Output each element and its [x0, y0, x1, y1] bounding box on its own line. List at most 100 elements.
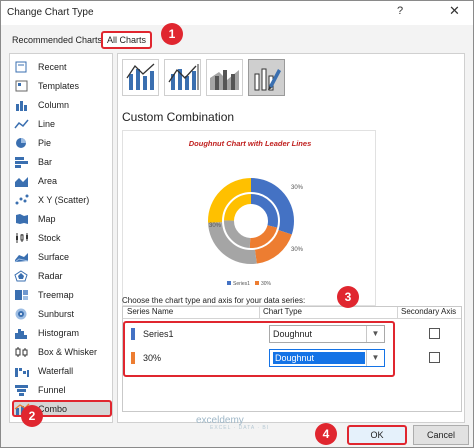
- change-chart-type-dialog: Change Chart Type ? ✕ Recommended Charts…: [0, 0, 474, 448]
- column-chart-icon: [16, 100, 27, 111]
- step-marker-4: 4: [315, 423, 337, 445]
- column-header-chart-type: Chart Type: [263, 307, 302, 316]
- subtype-clustered-column-line[interactable]: [122, 59, 159, 96]
- sidebar-item-radar[interactable]: Radar: [14, 267, 110, 284]
- sidebar-item-waterfall[interactable]: Waterfall: [14, 362, 110, 379]
- legend-label-30pct: 30%: [261, 281, 272, 287]
- series-color-swatch: [131, 352, 135, 364]
- series-instructions: Choose the chart type and axis for your …: [122, 296, 306, 305]
- sidebar-item-histogram[interactable]: Histogram: [14, 324, 110, 341]
- column-divider: [397, 307, 398, 318]
- stock-chart-icon: [16, 232, 28, 243]
- watermark-logo: exceldemy EXCEL · DATA · BI: [196, 415, 269, 431]
- dialog-title: Change Chart Type: [7, 7, 94, 18]
- column-header-series-name: Series Name: [127, 307, 174, 316]
- bar-chart-icon: [15, 156, 28, 168]
- subtype-custom-combination[interactable]: [248, 59, 285, 96]
- chart-type-list: Recent Templates Column Line Pie Bar Are…: [9, 53, 113, 423]
- sidebar-item-label: Surface: [38, 251, 70, 262]
- sidebar-item-label: Map: [38, 213, 56, 224]
- tab-all-charts[interactable]: All Charts: [101, 31, 153, 49]
- cancel-button[interactable]: Cancel: [413, 425, 469, 445]
- sidebar-item-label: Recent: [38, 61, 67, 72]
- box-whisker-icon: [15, 346, 28, 357]
- preview-data-label: 30%: [209, 223, 222, 229]
- section-title: Custom Combination: [122, 110, 235, 124]
- custom-combo-icon: [254, 68, 281, 91]
- sidebar-item-surface[interactable]: Surface: [14, 248, 110, 265]
- sidebar-item-label: Sunburst: [38, 308, 75, 319]
- sidebar-item-box-whisker[interactable]: Box & Whisker: [14, 343, 110, 360]
- series-name: 30%: [143, 353, 162, 363]
- close-button[interactable]: ✕: [449, 3, 460, 19]
- surface-chart-icon: [14, 252, 29, 262]
- sidebar-item-recent[interactable]: Recent: [14, 58, 110, 75]
- subtype-column-line-secondary[interactable]: [164, 59, 201, 96]
- line-chart-icon: [14, 119, 29, 128]
- legend-swatch-30pct: [255, 281, 259, 285]
- tab-recommended-charts[interactable]: Recommended Charts: [9, 33, 105, 48]
- sidebar-item-funnel[interactable]: Funnel: [14, 381, 110, 398]
- sidebar-item-label: Histogram: [38, 327, 80, 338]
- sidebar-item-sunburst[interactable]: Sunburst: [14, 305, 110, 322]
- series-grid: Series Name Chart Type Secondary Axis Se…: [122, 306, 462, 412]
- chevron-down-icon[interactable]: ▼: [366, 350, 384, 366]
- sidebar-item-column[interactable]: Column: [14, 96, 110, 113]
- title-bar: Change Chart Type ? ✕: [1, 1, 473, 25]
- sunburst-icon: [15, 308, 27, 319]
- histogram-icon: [15, 328, 27, 339]
- series-color-swatch: [131, 328, 135, 340]
- preview-data-label: 30%: [291, 185, 304, 191]
- treemap-icon: [15, 289, 28, 300]
- sidebar-item-stock[interactable]: Stock: [14, 229, 110, 246]
- sidebar-item-label: Funnel: [38, 384, 66, 395]
- funnel-icon: [15, 384, 28, 396]
- watermark-tagline: EXCEL · DATA · BI: [210, 425, 270, 431]
- secondary-axis-checkbox[interactable]: [429, 352, 440, 363]
- recent-icon: [15, 61, 27, 72]
- column-divider: [259, 307, 260, 318]
- sidebar-item-label: Bar: [38, 156, 53, 167]
- combo-subtype-1-icon: [126, 63, 155, 90]
- sidebar-item-label: Box & Whisker: [38, 346, 98, 357]
- sidebar-item-treemap[interactable]: Treemap: [14, 286, 110, 303]
- chart-type-dropdown[interactable]: Doughnut ▼: [269, 325, 385, 343]
- sidebar-item-area[interactable]: Area: [14, 172, 110, 189]
- chart-type-value: Doughnut: [273, 352, 365, 364]
- series-row: 30% Doughnut ▼: [127, 348, 457, 368]
- combo-subtype-3-icon: [210, 70, 239, 90]
- step-marker-1: 1: [161, 23, 183, 45]
- sidebar-item-label: Templates: [38, 80, 80, 91]
- map-chart-icon: [16, 213, 28, 224]
- sidebar-item-bar[interactable]: Bar: [14, 153, 110, 170]
- sidebar-item-label: Column: [38, 99, 70, 110]
- ok-button[interactable]: OK: [347, 425, 407, 445]
- column-header-secondary-axis: Secondary Axis: [401, 307, 457, 316]
- sidebar-item-templates[interactable]: Templates: [14, 77, 110, 94]
- series-name: Series1: [143, 329, 174, 339]
- step-marker-3: 3: [337, 286, 359, 308]
- sidebar-item-label: Line: [38, 118, 56, 129]
- header-divider: [123, 318, 461, 319]
- scatter-chart-icon: [15, 194, 29, 204]
- series-row: Series1 Doughnut ▼: [127, 324, 457, 344]
- sidebar-item-pie[interactable]: Pie: [14, 134, 110, 151]
- combo-subtype-2-icon: [168, 64, 199, 90]
- templates-icon: [15, 80, 28, 91]
- doughnut-preview-graphic: 30% 30% 30% Series1 30%: [208, 178, 304, 287]
- sidebar-item-label: Radar: [38, 270, 63, 281]
- area-chart-icon: [15, 176, 28, 187]
- chart-preview: Doughnut Chart with Leader Lines 30% 30%…: [122, 130, 376, 306]
- legend-swatch-series1: [227, 281, 231, 285]
- sidebar-item-label: Treemap: [38, 289, 74, 300]
- sidebar-item-map[interactable]: Map: [14, 210, 110, 227]
- preview-data-label: 30%: [291, 247, 304, 253]
- sidebar-item-line[interactable]: Line: [14, 115, 110, 132]
- secondary-axis-checkbox[interactable]: [429, 328, 440, 339]
- sidebar-item-label: Pie: [38, 137, 52, 148]
- chart-type-dropdown[interactable]: Doughnut ▼: [269, 349, 385, 367]
- help-button[interactable]: ?: [397, 5, 403, 17]
- sidebar-item-scatter[interactable]: X Y (Scatter): [14, 191, 110, 208]
- subtype-stacked-area-column[interactable]: [206, 59, 243, 96]
- chevron-down-icon[interactable]: ▼: [366, 326, 384, 342]
